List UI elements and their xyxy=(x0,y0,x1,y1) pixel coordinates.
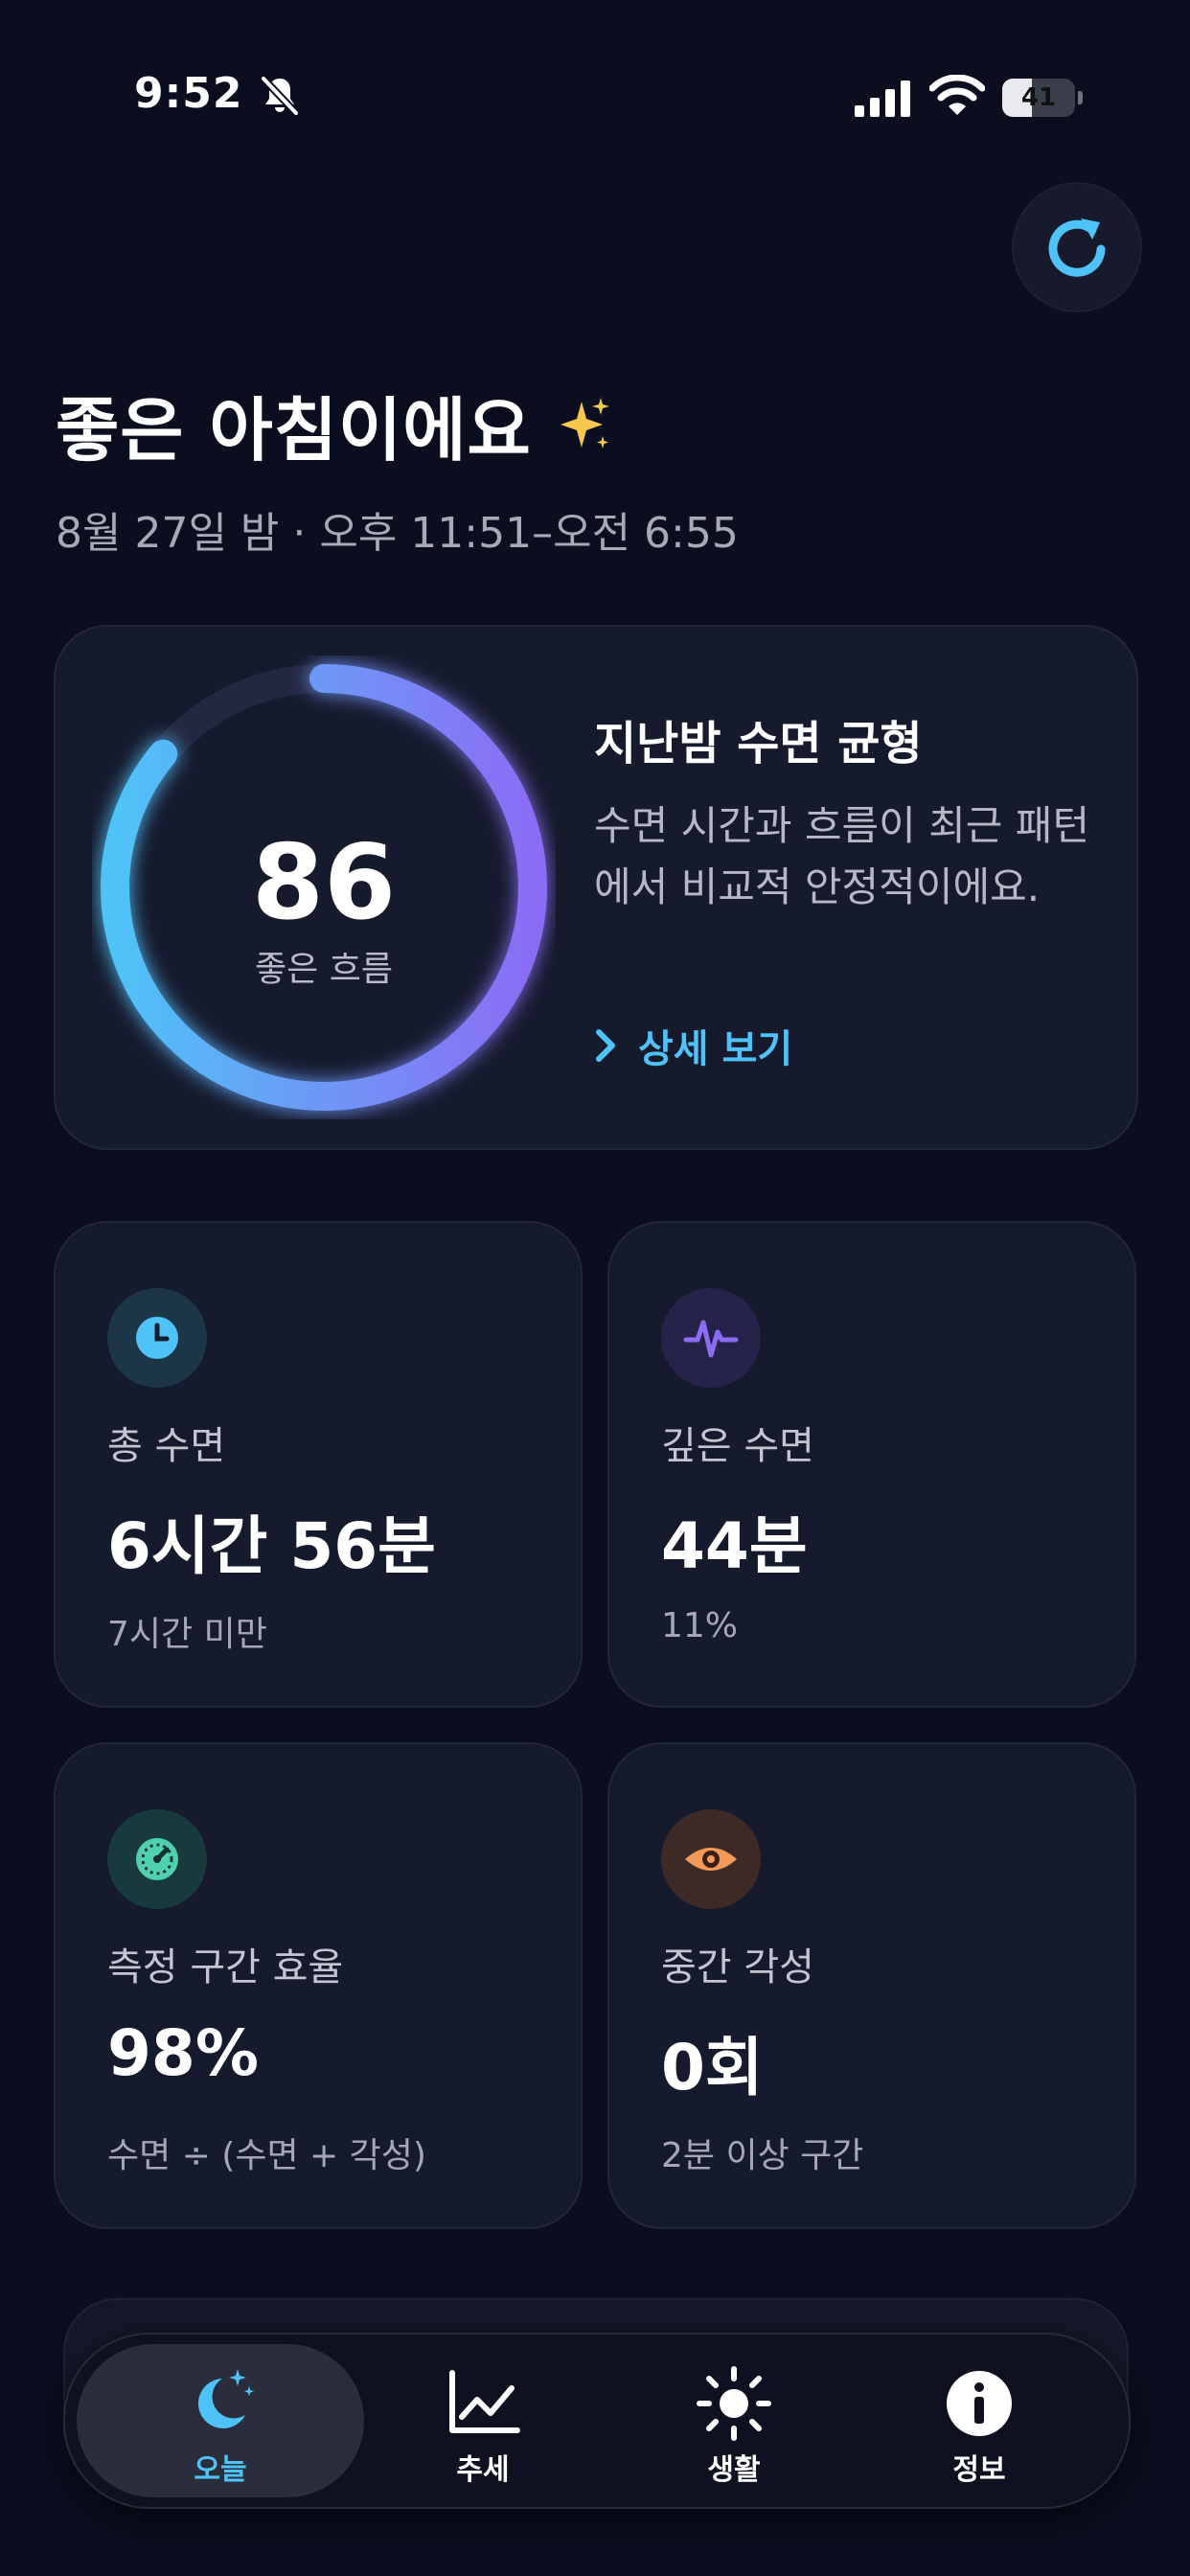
tab-label: 오늘 xyxy=(194,2453,247,2487)
tab-today[interactable]: 오늘 xyxy=(77,2344,364,2497)
tab-trend[interactable]: 추세 xyxy=(339,2344,627,2497)
metric-subtext: 수면 ÷ (수면 + 각성) xyxy=(107,2136,426,2175)
tab-lifestyle[interactable]: 생활 xyxy=(590,2344,878,2497)
chevron-right-icon xyxy=(596,1029,615,1062)
metric-icon-badge xyxy=(661,1288,761,1388)
eye-icon xyxy=(685,1848,737,1871)
metric-value: 44분 xyxy=(661,1509,808,1583)
sparkle-icon xyxy=(560,397,609,448)
score-title: 지난밤 수면 균형 xyxy=(594,717,923,770)
page-title: 좋은 아침이에요 xyxy=(56,390,532,471)
metric-icon-badge xyxy=(661,1809,761,1909)
tab-label: 정보 xyxy=(952,2453,1006,2487)
metric-value: 98% xyxy=(107,2016,259,2090)
signal-icon xyxy=(855,80,910,117)
metric-label: 측정 구간 효율 xyxy=(107,1945,344,1990)
tab-info[interactable]: 정보 xyxy=(835,2344,1123,2497)
metric-subtext: 11% xyxy=(661,1606,739,1645)
metric-subtext: 2분 이상 구간 xyxy=(661,2136,864,2175)
metric-value: 6시간 56분 xyxy=(107,1509,436,1583)
metric-label: 중간 각성 xyxy=(661,1945,814,1990)
refresh-button[interactable] xyxy=(1014,184,1140,310)
metric-icon-badge xyxy=(107,1809,207,1909)
metric-value: 0회 xyxy=(661,2031,764,2104)
gauge-icon xyxy=(136,1838,178,1880)
metric-card-awakenings[interactable]: 중간 각성 0회 2분 이상 구간 xyxy=(607,1742,1136,2229)
clock-icon xyxy=(136,1317,178,1359)
moon-stars-icon xyxy=(197,2369,254,2428)
sun-icon xyxy=(697,2366,771,2441)
date-range: 8월 27일 밤 · 오후 11:51–오전 6:55 xyxy=(56,509,739,558)
sleep-score-card[interactable]: 86 좋은 흐름 지난밤 수면 균형 수면 시간과 흐름이 최근 패턴에서 비교… xyxy=(54,625,1138,1150)
info-icon xyxy=(947,2371,1012,2436)
tab-bar: 오늘 추세 생활 정보 xyxy=(63,2333,1131,2509)
score-description: 수면 시간과 흐름이 최근 패턴에서 비교적 안정적이에요. xyxy=(594,802,1090,910)
metric-label: 총 수면 xyxy=(107,1424,226,1468)
battery-percent: 41 xyxy=(1020,83,1057,112)
metric-subtext: 7시간 미만 xyxy=(107,1615,267,1654)
greeting-row: 좋은 아침이에요 xyxy=(56,374,614,474)
wifi-icon xyxy=(929,75,985,115)
metric-card-efficiency[interactable]: 측정 구간 효율 98% 수면 ÷ (수면 + 각성) xyxy=(54,1742,583,2229)
view-details-link[interactable]: 상세 보기 xyxy=(594,1018,792,1073)
metric-icon-badge xyxy=(107,1288,207,1388)
metric-label: 깊은 수면 xyxy=(661,1424,814,1468)
chart-line-icon xyxy=(449,2370,520,2433)
status-time: 9:52 xyxy=(134,69,243,118)
metric-card-deep-sleep[interactable]: 깊은 수면 44분 11% xyxy=(607,1221,1136,1708)
pulse-icon xyxy=(683,1320,739,1358)
bell-slash-icon xyxy=(260,75,300,117)
tab-label: 추세 xyxy=(456,2453,510,2487)
refresh-icon xyxy=(1048,218,1106,277)
score-label: 좋은 흐름 xyxy=(255,950,393,989)
view-details-label: 상세 보기 xyxy=(638,1027,793,1071)
tab-label: 생활 xyxy=(707,2453,761,2487)
score-value: 86 xyxy=(251,823,397,943)
battery-indicator: 41 xyxy=(1002,79,1083,117)
metric-card-total-sleep[interactable]: 총 수면 6시간 56분 7시간 미만 xyxy=(54,1221,583,1708)
